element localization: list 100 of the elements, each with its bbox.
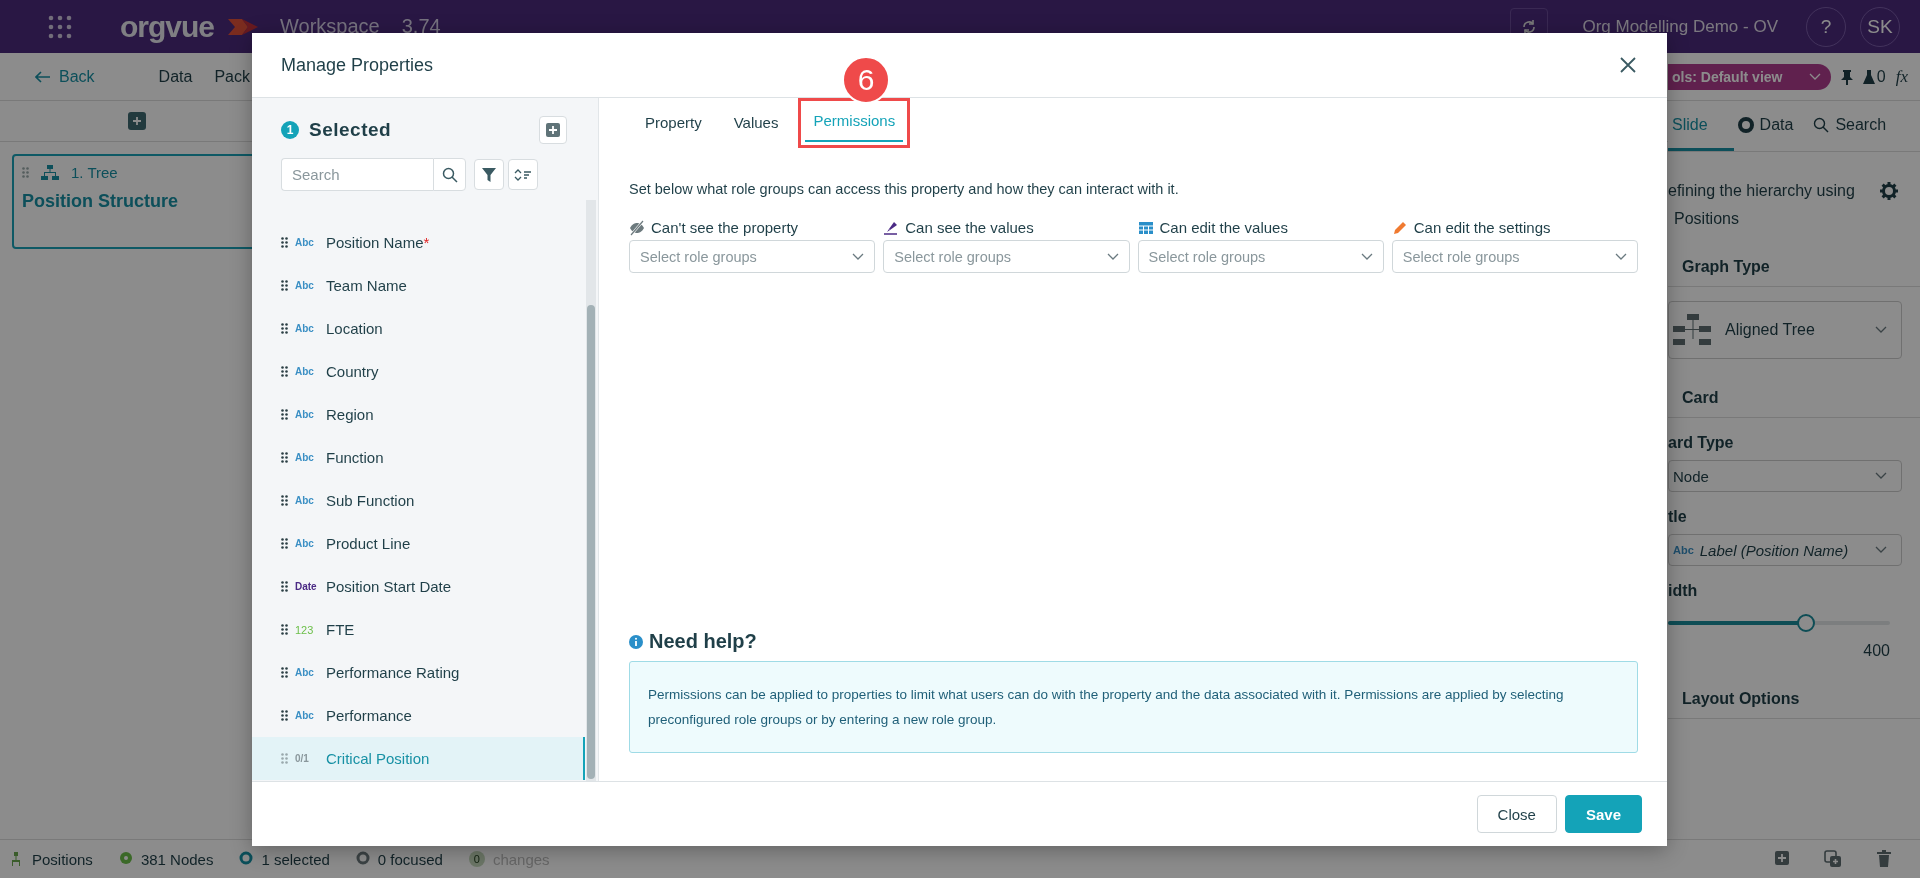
property-item[interactable]: Abc Performance <box>252 694 585 737</box>
pin-icon[interactable] <box>1840 68 1853 85</box>
formula-button[interactable]: fx <box>1895 66 1908 87</box>
status-label: 381 Nodes <box>140 850 214 868</box>
view-selector[interactable]: ols: Default view <box>1668 63 1831 90</box>
arrow-left-icon <box>35 70 51 83</box>
permission-label: Can edit the values <box>1159 219 1288 236</box>
type-tag: 0/1 <box>295 753 321 764</box>
property-item[interactable]: Abc Region <box>252 393 585 436</box>
section-heading: Card <box>1668 359 1920 418</box>
field-label: tle <box>1668 508 1688 526</box>
property-item[interactable]: Abc Country <box>252 350 585 393</box>
property-item[interactable]: Abc Product Line <box>252 522 585 565</box>
role-group-select[interactable]: Select role groups <box>1137 240 1384 273</box>
app-logo: orgvue <box>120 9 215 44</box>
panel-tab[interactable]: Data <box>1733 101 1810 151</box>
save-button[interactable]: Save <box>1564 795 1642 833</box>
drag-handle-icon <box>281 538 288 549</box>
version-number: 3.74 <box>401 15 441 38</box>
card-type-dropdown[interactable]: Node <box>1668 460 1902 492</box>
drag-handle-icon <box>281 710 288 721</box>
property-item[interactable]: Abc Performance Rating <box>252 651 585 694</box>
role-group-select[interactable]: Select role groups <box>629 240 876 273</box>
drag-handle-icon <box>281 624 288 635</box>
workspace-name: Workspace <box>280 15 380 38</box>
chevron-down-icon <box>1360 252 1373 261</box>
trash-icon[interactable] <box>1876 850 1892 868</box>
filter-button[interactable] <box>474 159 504 190</box>
status-label: 1 selected <box>261 850 330 868</box>
property-name: Function <box>326 449 384 466</box>
slide-type-label: 1. Tree <box>71 164 118 181</box>
instructions-text: Set below what role groups can access this property and how they can interact with it. <box>629 181 1180 197</box>
property-item[interactable]: 0/1 Critical Position <box>252 737 585 780</box>
search-button[interactable] <box>433 158 466 191</box>
type-tag: Abc <box>295 409 321 420</box>
drag-handle-icon <box>281 495 288 506</box>
property-item[interactable]: Abc Team Name <box>252 264 585 307</box>
status-label: Positions <box>32 850 93 868</box>
search-icon <box>1813 116 1830 133</box>
type-tag: Abc <box>295 710 321 721</box>
drag-handle-icon <box>281 753 288 764</box>
type-tag: 123 <box>295 623 321 636</box>
sort-icon <box>514 167 532 182</box>
menu-item[interactable]: Data <box>158 67 193 86</box>
ring-icon <box>355 851 370 867</box>
property-name: Position Name* <box>326 234 430 251</box>
status-label: 0 focused <box>377 850 443 868</box>
duplicate-icon[interactable] <box>1824 850 1842 868</box>
drag-handle-icon <box>281 237 288 248</box>
type-tag: Abc <box>295 538 321 549</box>
tree-icon <box>41 164 59 181</box>
role-group-select[interactable]: Select role groups <box>883 240 1130 273</box>
eye-slash-icon <box>629 219 645 236</box>
slider-thumb[interactable] <box>1796 614 1815 632</box>
search-icon <box>441 166 458 183</box>
dialog-tab[interactable]: Property <box>629 98 718 148</box>
type-tag: Abc <box>295 366 321 377</box>
role-group-select[interactable]: Select role groups <box>1391 240 1638 273</box>
type-tag: Abc <box>295 323 321 334</box>
property-name: Performance <box>326 707 412 724</box>
add-property-button[interactable] <box>539 116 567 144</box>
add-slide-button[interactable] <box>128 112 146 130</box>
hierarchy-name: Positions <box>1673 209 1740 228</box>
scrollbar[interactable] <box>586 200 596 781</box>
drag-handle-icon <box>22 167 29 178</box>
property-item[interactable]: 123 FTE <box>252 608 585 651</box>
property-name: Critical Position <box>326 750 430 767</box>
drag-handle-icon <box>281 452 288 463</box>
panel-tab[interactable]: Search <box>1809 101 1903 151</box>
sort-button[interactable] <box>508 159 538 190</box>
dialog-tab[interactable]: Values <box>717 98 795 148</box>
property-item[interactable]: Abc Location <box>252 307 585 350</box>
property-item[interactable]: Date Position Start Date <box>252 565 585 608</box>
graph-type-dropdown[interactable]: Aligned Tree <box>1668 301 1902 359</box>
settings-icon[interactable] <box>1880 182 1898 200</box>
back-link[interactable]: Back <box>35 67 95 86</box>
search-field[interactable]: Search <box>281 158 433 191</box>
add-node-icon[interactable] <box>1774 850 1790 866</box>
permission-label: Can edit the settings <box>1413 219 1551 236</box>
app-grid-icon[interactable] <box>48 14 72 39</box>
type-tag: Abc <box>295 495 321 506</box>
menu-item[interactable]: Pack <box>214 67 250 86</box>
help-text: Permissions can be applied to properties to limit what users can do with the property and the data associated with it. Permissions are applied by selecting preconfigured role groups or by entering a new role group. <box>629 661 1638 753</box>
property-item[interactable]: Abc Sub Function <box>252 479 585 522</box>
chevron-down-icon <box>1615 252 1627 261</box>
dialog-title: Manage Properties <box>281 54 434 76</box>
plus-icon <box>546 123 560 137</box>
section-heading: Layout Options <box>1668 660 1920 719</box>
filter-icon <box>482 167 496 182</box>
close-button[interactable]: Close <box>1476 795 1557 833</box>
count-badge: 0 <box>468 851 485 867</box>
pencil-icon <box>1391 219 1408 236</box>
step-number-badge: 6 <box>842 56 890 104</box>
property-name: Position Start Date <box>326 578 452 595</box>
ring-icon <box>1737 116 1754 133</box>
type-tag: Abc <box>295 452 321 463</box>
property-item[interactable]: Abc Function <box>252 436 585 479</box>
title-dropdown[interactable]: Abc Label (Position Name) <box>1668 534 1902 566</box>
property-name: FTE <box>326 621 355 638</box>
width-slider[interactable] <box>1668 614 1890 632</box>
